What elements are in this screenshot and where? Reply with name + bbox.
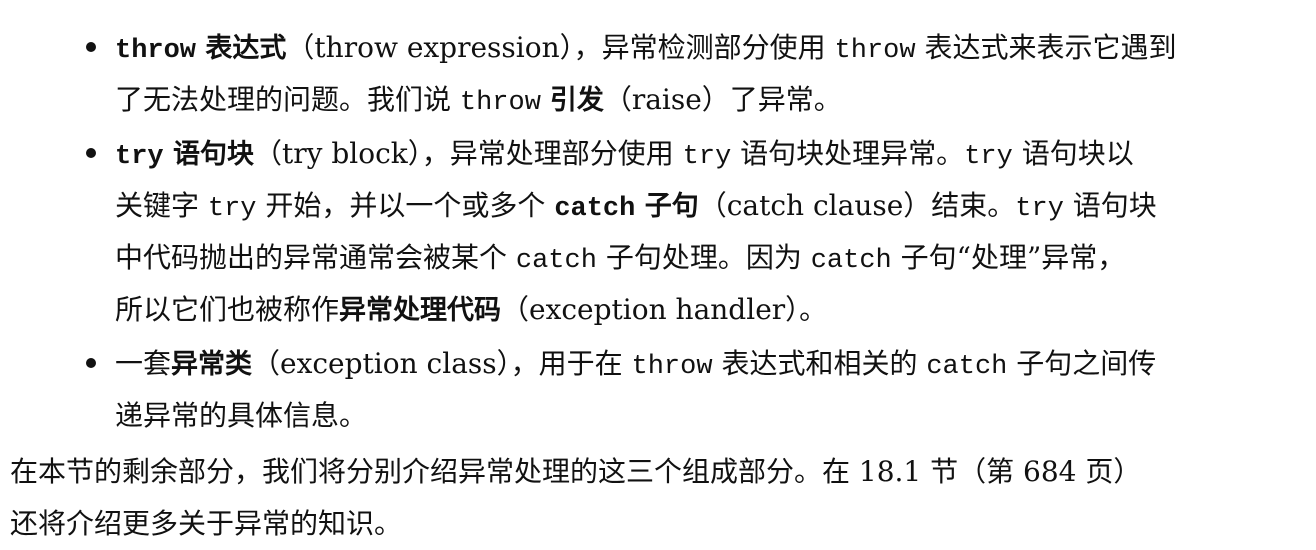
text-segment: 表达式来表示它遇到 xyxy=(915,31,1177,64)
text-line: 还将介绍更多关于异常的知识。 xyxy=(10,498,1310,550)
text-segment: 开始，并以一个或多个 xyxy=(256,189,555,222)
code-keyword: try xyxy=(115,142,164,172)
text-segment: 子句“处理”异常， xyxy=(891,241,1126,274)
bold-term: 表达式 xyxy=(196,33,287,64)
text-segment: （exception handler）。 xyxy=(501,293,828,326)
bold-term: 引发 xyxy=(549,85,604,116)
text-segment: 递异常的具体信息。 xyxy=(115,399,368,432)
text-segment: （catch clause）结束。 xyxy=(698,189,1016,222)
text-segment: （throw expression），异常检测部分使用 xyxy=(286,31,835,64)
bold-term: 语句块 xyxy=(163,139,255,170)
text-segment: 子句处理。因为 xyxy=(596,241,811,274)
text-segment: 中代码抛出的异常通常会被某个 xyxy=(115,241,516,274)
code-keyword: try xyxy=(964,142,1013,172)
code-keyword: try xyxy=(1015,194,1064,224)
bullet-icon xyxy=(86,358,96,368)
text-segment: 在本节的剩余部分，我们将分别介绍异常处理的这三个组成部分。在 18.1 节（第 … xyxy=(10,455,1142,488)
list-item: throw 表达式（throw expression），异常检测部分使用 thr… xyxy=(80,22,1305,126)
code-keyword: catch xyxy=(554,194,636,224)
text-segment: 所以它们也被称作 xyxy=(115,293,340,326)
text-segment: 关键字 xyxy=(115,189,208,222)
text-segment: （exception class），用于在 xyxy=(252,347,632,380)
text-line: 了无法处理的问题。我们说 throw 引发（raise）了异常。 xyxy=(115,74,1305,126)
bullet-icon xyxy=(86,148,96,158)
code-keyword: try xyxy=(682,142,732,172)
text-segment: （raise）了异常。 xyxy=(603,83,842,116)
text-line: 递异常的具体信息。 xyxy=(115,390,1305,442)
text-segment: （try block），异常处理部分使用 xyxy=(254,137,683,170)
text-segment: 语句块以 xyxy=(1012,137,1134,170)
text-segment xyxy=(541,83,550,116)
text-line: 所以它们也被称作异常处理代码（exception handler）。 xyxy=(115,284,1305,336)
list-item: 一套异常类（exception class），用于在 throw 表达式和相关的… xyxy=(80,338,1305,442)
bold-term: 异常处理代码 xyxy=(339,295,502,326)
text-segment: 语句块处理异常。 xyxy=(731,137,965,170)
bold-term: 异常类 xyxy=(171,349,253,380)
text-line: try 语句块（try block），异常处理部分使用 try 语句块处理异常。… xyxy=(115,128,1305,180)
code-keyword: throw xyxy=(834,36,916,66)
list-item: try 语句块（try block），异常处理部分使用 try 语句块处理异常。… xyxy=(80,128,1305,336)
document-page: throw 表达式（throw expression），异常检测部分使用 thr… xyxy=(0,0,1316,547)
code-keyword: throw xyxy=(115,36,197,66)
code-keyword: throw xyxy=(459,88,541,118)
code-keyword: throw xyxy=(631,352,713,382)
bullet-list: throw 表达式（throw expression），异常检测部分使用 thr… xyxy=(80,22,1305,444)
code-keyword: try xyxy=(207,194,257,224)
text-segment: 还将介绍更多关于异常的知识。 xyxy=(10,507,403,540)
bold-term: 子句 xyxy=(635,191,699,222)
text-line: 中代码抛出的异常通常会被某个 catch 子句处理。因为 catch 子句“处理… xyxy=(115,232,1305,284)
bullet-icon xyxy=(86,42,96,52)
text-segment: 一套 xyxy=(115,347,172,380)
text-segment: 子句之间传 xyxy=(1007,347,1157,380)
text-line: 在本节的剩余部分，我们将分别介绍异常处理的这三个组成部分。在 18.1 节（第 … xyxy=(10,446,1310,498)
code-keyword: catch xyxy=(810,246,892,276)
text-segment: 表达式和相关的 xyxy=(712,347,927,380)
text-line: 关键字 try 开始，并以一个或多个 catch 子句（catch clause… xyxy=(115,180,1305,232)
text-segment: 了无法处理的问题。我们说 xyxy=(115,83,460,116)
code-keyword: catch xyxy=(515,246,597,276)
text-line: throw 表达式（throw expression），异常检测部分使用 thr… xyxy=(115,22,1305,74)
summary-paragraph: 在本节的剩余部分，我们将分别介绍异常处理的这三个组成部分。在 18.1 节（第 … xyxy=(10,446,1310,550)
text-segment: 语句块 xyxy=(1063,189,1157,222)
code-keyword: catch xyxy=(926,352,1008,382)
text-line: 一套异常类（exception class），用于在 throw 表达式和相关的… xyxy=(115,338,1305,390)
